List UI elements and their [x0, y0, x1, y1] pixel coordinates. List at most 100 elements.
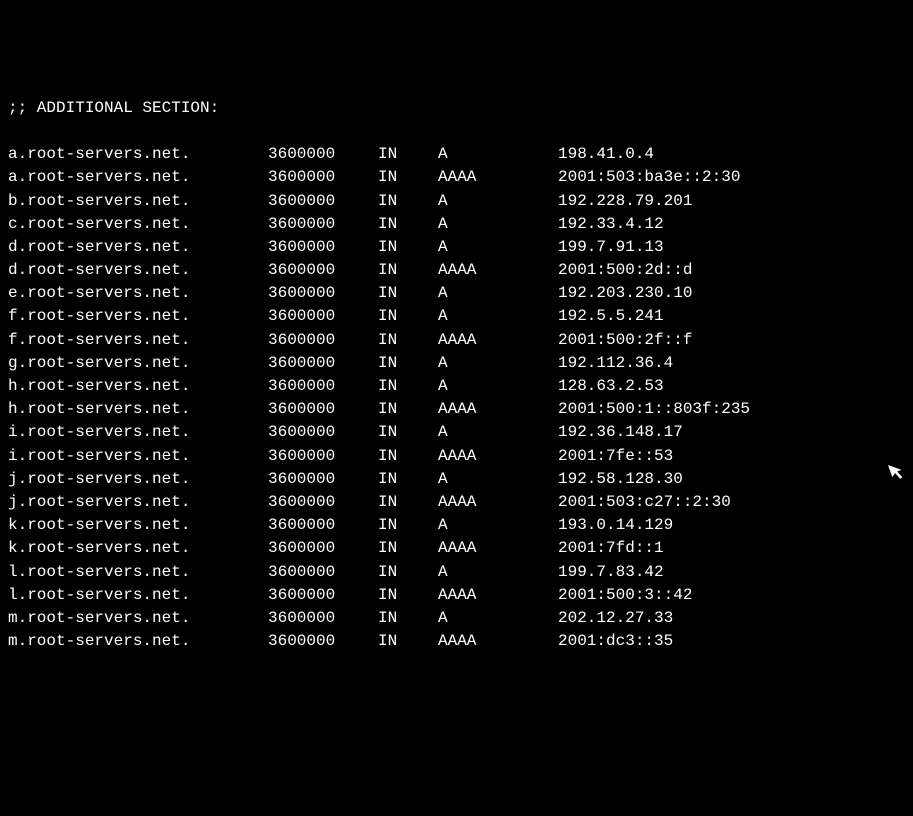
record-data: 2001:7fd::1	[558, 537, 664, 560]
record-name: i.root-servers.net.	[8, 445, 268, 468]
record-name: l.root-servers.net.	[8, 561, 268, 584]
dns-record-row: l.root-servers.net.3600000INA199.7.83.42	[8, 561, 905, 584]
dns-record-row: g.root-servers.net.3600000INA192.112.36.…	[8, 352, 905, 375]
dns-record-row: f.root-servers.net.3600000INAAAA2001:500…	[8, 329, 905, 352]
record-ttl: 3600000	[268, 561, 378, 584]
record-class: IN	[378, 584, 438, 607]
record-class: IN	[378, 375, 438, 398]
record-data: 199.7.91.13	[558, 236, 664, 259]
record-ttl: 3600000	[268, 166, 378, 189]
record-ttl: 3600000	[268, 236, 378, 259]
record-ttl: 3600000	[268, 375, 378, 398]
record-type: AAAA	[438, 584, 558, 607]
section-header: ;; ADDITIONAL SECTION:	[8, 97, 905, 120]
record-ttl: 3600000	[268, 491, 378, 514]
dns-record-row: m.root-servers.net.3600000INA202.12.27.3…	[8, 607, 905, 630]
record-type: AAAA	[438, 491, 558, 514]
record-name: k.root-servers.net.	[8, 514, 268, 537]
record-class: IN	[378, 190, 438, 213]
record-type: AAAA	[438, 329, 558, 352]
dns-record-row: c.root-servers.net.3600000INA192.33.4.12	[8, 213, 905, 236]
record-name: m.root-servers.net.	[8, 607, 268, 630]
dns-record-row: a.root-servers.net.3600000INAAAA2001:503…	[8, 166, 905, 189]
record-class: IN	[378, 514, 438, 537]
record-name: h.root-servers.net.	[8, 398, 268, 421]
record-class: IN	[378, 259, 438, 282]
record-data: 2001:500:2f::f	[558, 329, 692, 352]
record-name: f.root-servers.net.	[8, 305, 268, 328]
record-ttl: 3600000	[268, 468, 378, 491]
record-class: IN	[378, 352, 438, 375]
record-data: 128.63.2.53	[558, 375, 664, 398]
dns-record-row: f.root-servers.net.3600000INA192.5.5.241	[8, 305, 905, 328]
record-class: IN	[378, 213, 438, 236]
dns-record-row: b.root-servers.net.3600000INA192.228.79.…	[8, 190, 905, 213]
record-type: AAAA	[438, 445, 558, 468]
record-class: IN	[378, 329, 438, 352]
record-type: A	[438, 305, 558, 328]
record-ttl: 3600000	[268, 584, 378, 607]
record-name: g.root-servers.net.	[8, 352, 268, 375]
record-name: j.root-servers.net.	[8, 491, 268, 514]
record-class: IN	[378, 236, 438, 259]
record-class: IN	[378, 630, 438, 653]
record-type: A	[438, 213, 558, 236]
record-type: AAAA	[438, 630, 558, 653]
dns-record-row: j.root-servers.net.3600000INAAAA2001:503…	[8, 491, 905, 514]
dns-record-row: d.root-servers.net.3600000INA199.7.91.13	[8, 236, 905, 259]
record-data: 192.5.5.241	[558, 305, 664, 328]
record-ttl: 3600000	[268, 143, 378, 166]
record-data: 198.41.0.4	[558, 143, 654, 166]
record-class: IN	[378, 491, 438, 514]
record-data: 192.228.79.201	[558, 190, 692, 213]
record-type: A	[438, 375, 558, 398]
record-type: A	[438, 236, 558, 259]
record-ttl: 3600000	[268, 352, 378, 375]
record-type: A	[438, 421, 558, 444]
record-data: 192.58.128.30	[558, 468, 683, 491]
dns-record-row: h.root-servers.net.3600000INAAAA2001:500…	[8, 398, 905, 421]
record-ttl: 3600000	[268, 398, 378, 421]
dns-record-row: l.root-servers.net.3600000INAAAA2001:500…	[8, 584, 905, 607]
record-type: A	[438, 282, 558, 305]
record-name: l.root-servers.net.	[8, 584, 268, 607]
record-data: 2001:500:1::803f:235	[558, 398, 750, 421]
record-class: IN	[378, 305, 438, 328]
record-name: e.root-servers.net.	[8, 282, 268, 305]
record-class: IN	[378, 445, 438, 468]
record-class: IN	[378, 143, 438, 166]
record-name: f.root-servers.net.	[8, 329, 268, 352]
record-class: IN	[378, 398, 438, 421]
record-ttl: 3600000	[268, 421, 378, 444]
record-ttl: 3600000	[268, 445, 378, 468]
record-name: c.root-servers.net.	[8, 213, 268, 236]
record-data: 192.112.36.4	[558, 352, 673, 375]
record-class: IN	[378, 166, 438, 189]
record-name: i.root-servers.net.	[8, 421, 268, 444]
record-name: h.root-servers.net.	[8, 375, 268, 398]
record-class: IN	[378, 468, 438, 491]
record-ttl: 3600000	[268, 305, 378, 328]
record-type: AAAA	[438, 398, 558, 421]
record-type: A	[438, 352, 558, 375]
record-class: IN	[378, 282, 438, 305]
record-name: m.root-servers.net.	[8, 630, 268, 653]
dns-record-row: k.root-servers.net.3600000INA193.0.14.12…	[8, 514, 905, 537]
record-name: j.root-servers.net.	[8, 468, 268, 491]
dns-record-row: i.root-servers.net.3600000INAAAA2001:7fe…	[8, 445, 905, 468]
record-type: A	[438, 514, 558, 537]
record-data: 193.0.14.129	[558, 514, 673, 537]
record-name: d.root-servers.net.	[8, 259, 268, 282]
record-data: 2001:503:ba3e::2:30	[558, 166, 740, 189]
dns-record-row: h.root-servers.net.3600000INA128.63.2.53	[8, 375, 905, 398]
record-class: IN	[378, 537, 438, 560]
records-list: a.root-servers.net.3600000INA198.41.0.4a…	[8, 143, 905, 653]
record-type: A	[438, 607, 558, 630]
dns-record-row: m.root-servers.net.3600000INAAAA2001:dc3…	[8, 630, 905, 653]
record-name: a.root-servers.net.	[8, 143, 268, 166]
record-data: 2001:503:c27::2:30	[558, 491, 731, 514]
record-class: IN	[378, 421, 438, 444]
record-type: A	[438, 190, 558, 213]
record-class: IN	[378, 561, 438, 584]
record-ttl: 3600000	[268, 259, 378, 282]
